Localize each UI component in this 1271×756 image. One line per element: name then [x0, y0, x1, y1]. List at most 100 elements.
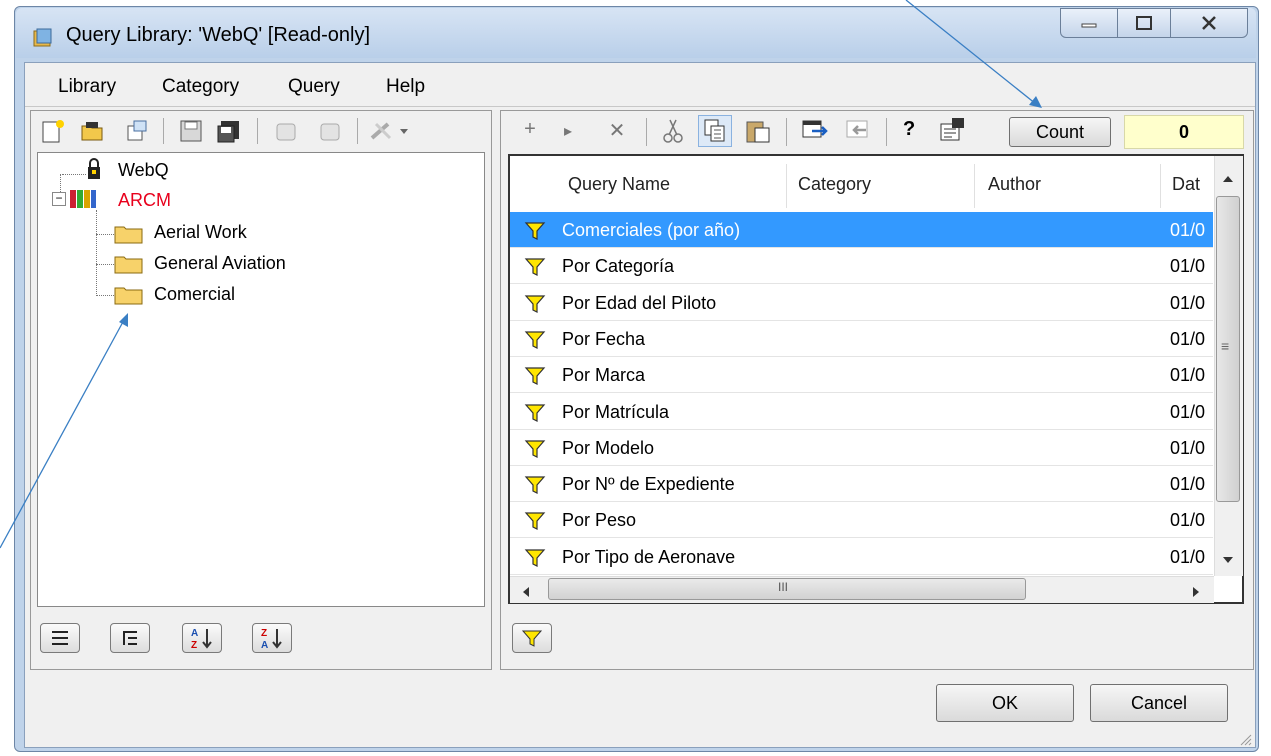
table-row[interactable]: Por Matrícula 01/0: [510, 394, 1213, 430]
run-query-icon[interactable]: ▸: [556, 121, 580, 141]
delete-query-icon[interactable]: ✕: [605, 118, 629, 143]
query-date-cell: 01/0: [1170, 292, 1206, 313]
query-name-cell: Por Matrícula: [562, 401, 670, 422]
cut-icon[interactable]: [662, 118, 684, 144]
query-date-cell: 01/0: [1170, 328, 1206, 349]
menu-library[interactable]: Library: [58, 76, 116, 98]
table-row[interactable]: Por Tipo de Aeronave 01/0: [510, 539, 1213, 575]
svg-text:Z: Z: [191, 640, 197, 650]
query-name-cell: Comerciales (por año): [562, 220, 741, 240]
table-row[interactable]: Por Modelo 01/0: [510, 430, 1213, 466]
query-name-cell: Por Modelo: [562, 437, 655, 458]
library-properties-icon[interactable]: [124, 118, 150, 144]
close-button[interactable]: [1170, 8, 1248, 38]
column-divider: [1160, 164, 1161, 208]
help-icon[interactable]: ?: [903, 118, 915, 141]
sort-ascending-button[interactable]: AZ: [182, 623, 222, 653]
filter-icon: [524, 512, 546, 531]
toolbar-separator: [786, 118, 787, 146]
column-header-author[interactable]: Author: [988, 174, 1041, 195]
tools-dropdown-icon[interactable]: [368, 118, 418, 144]
query-date-cell: 01/0: [1170, 474, 1206, 495]
tree-node-category[interactable]: General Aviation: [154, 253, 286, 274]
tree-line: [96, 210, 97, 296]
toolbar-separator: [257, 118, 258, 144]
table-row[interactable]: Por Peso 01/0: [510, 502, 1213, 539]
filter-button[interactable]: [512, 623, 552, 653]
menu-category[interactable]: Category: [162, 76, 239, 98]
query-date-cell: 01/0: [1170, 437, 1206, 458]
svg-text:A: A: [261, 640, 268, 650]
minimize-icon: [1081, 23, 1097, 28]
query-name-cell: Por Categoría: [562, 256, 675, 277]
copy-button[interactable]: [698, 115, 732, 147]
open-library-icon[interactable]: [80, 118, 106, 144]
app-icon: [32, 27, 54, 49]
add-query-icon[interactable]: +: [518, 118, 542, 141]
scroll-up-arrow-icon[interactable]: [1220, 168, 1236, 182]
table-row[interactable]: Comerciales (por año) 01/0: [510, 212, 1213, 248]
paste-icon[interactable]: [744, 118, 772, 144]
resize-grip-icon[interactable]: [1238, 730, 1252, 746]
tree-node-webq[interactable]: WebQ: [118, 160, 169, 181]
query-name-cell: Por Marca: [562, 365, 646, 386]
tree-node-category[interactable]: Aerial Work: [154, 222, 247, 243]
close-icon: [1202, 16, 1216, 30]
tree-node-category[interactable]: Comercial: [154, 284, 235, 305]
column-header-date[interactable]: Dat: [1172, 174, 1200, 195]
category-tree[interactable]: [37, 152, 485, 607]
table-row[interactable]: Por Marca 01/0: [510, 357, 1213, 394]
query-date-cell: 01/0: [1170, 220, 1206, 240]
menu-query[interactable]: Query: [288, 76, 340, 98]
filter-icon: [524, 331, 546, 349]
table-row[interactable]: Por Categoría 01/0: [510, 248, 1213, 285]
column-header-query-name[interactable]: Query Name: [568, 174, 670, 195]
scroll-left-arrow-icon[interactable]: [520, 583, 532, 597]
count-value: 0: [1124, 115, 1244, 149]
tree-node-arcm[interactable]: ARCM: [118, 190, 171, 211]
save-as-icon[interactable]: [216, 118, 242, 144]
expand-all-button[interactable]: [40, 623, 80, 653]
folder-icon: [114, 285, 144, 305]
table-row[interactable]: Por Fecha 01/0: [510, 321, 1213, 357]
query-name-cell: Por Fecha: [562, 328, 646, 349]
maximize-button[interactable]: [1117, 8, 1171, 38]
table-row[interactable]: Por Nº de Expediente 01/0: [510, 466, 1213, 503]
list-icon: [52, 631, 68, 645]
copy-category-icon[interactable]: [274, 118, 300, 144]
query-date-cell: 01/0: [1170, 510, 1206, 531]
query-properties-icon[interactable]: [938, 116, 966, 144]
scroll-grip-icon: III: [778, 580, 789, 594]
maximize-icon: [1136, 16, 1152, 30]
folder-icon: [114, 254, 144, 274]
filter-icon: [521, 630, 543, 647]
minimize-button[interactable]: [1060, 8, 1118, 38]
table-row[interactable]: Por Edad del Piloto 01/0: [510, 285, 1213, 321]
column-header-category[interactable]: Category: [798, 174, 871, 195]
svg-text:A: A: [191, 628, 198, 639]
export-icon[interactable]: [800, 118, 828, 144]
new-library-icon[interactable]: [40, 118, 66, 144]
folder-icon: [114, 224, 144, 244]
query-date-cell: 01/0: [1170, 546, 1206, 567]
menu-help[interactable]: Help: [386, 76, 425, 98]
filter-icon: [524, 258, 546, 277]
count-button[interactable]: Count: [1009, 117, 1111, 147]
svg-text:Z: Z: [261, 628, 267, 639]
books-icon: [68, 188, 98, 210]
toolbar-separator: [646, 118, 647, 146]
scroll-grip-icon: ≡: [1221, 338, 1230, 354]
cancel-button[interactable]: Cancel: [1090, 684, 1228, 722]
sort-descending-button[interactable]: ZA: [252, 623, 292, 653]
import-icon[interactable]: [844, 118, 872, 144]
window-title: Query Library: 'WebQ' [Read-only]: [66, 24, 371, 46]
filter-icon: [524, 440, 546, 458]
scroll-right-arrow-icon[interactable]: [1190, 583, 1202, 597]
paste-category-icon[interactable]: [318, 118, 344, 144]
save-icon[interactable]: [178, 118, 204, 144]
collapse-all-button[interactable]: [110, 623, 150, 653]
ok-button[interactable]: OK: [936, 684, 1074, 722]
collapse-toggle[interactable]: −: [52, 192, 66, 206]
scroll-down-arrow-icon[interactable]: [1220, 550, 1236, 563]
query-date-cell: 01/0: [1170, 401, 1206, 422]
